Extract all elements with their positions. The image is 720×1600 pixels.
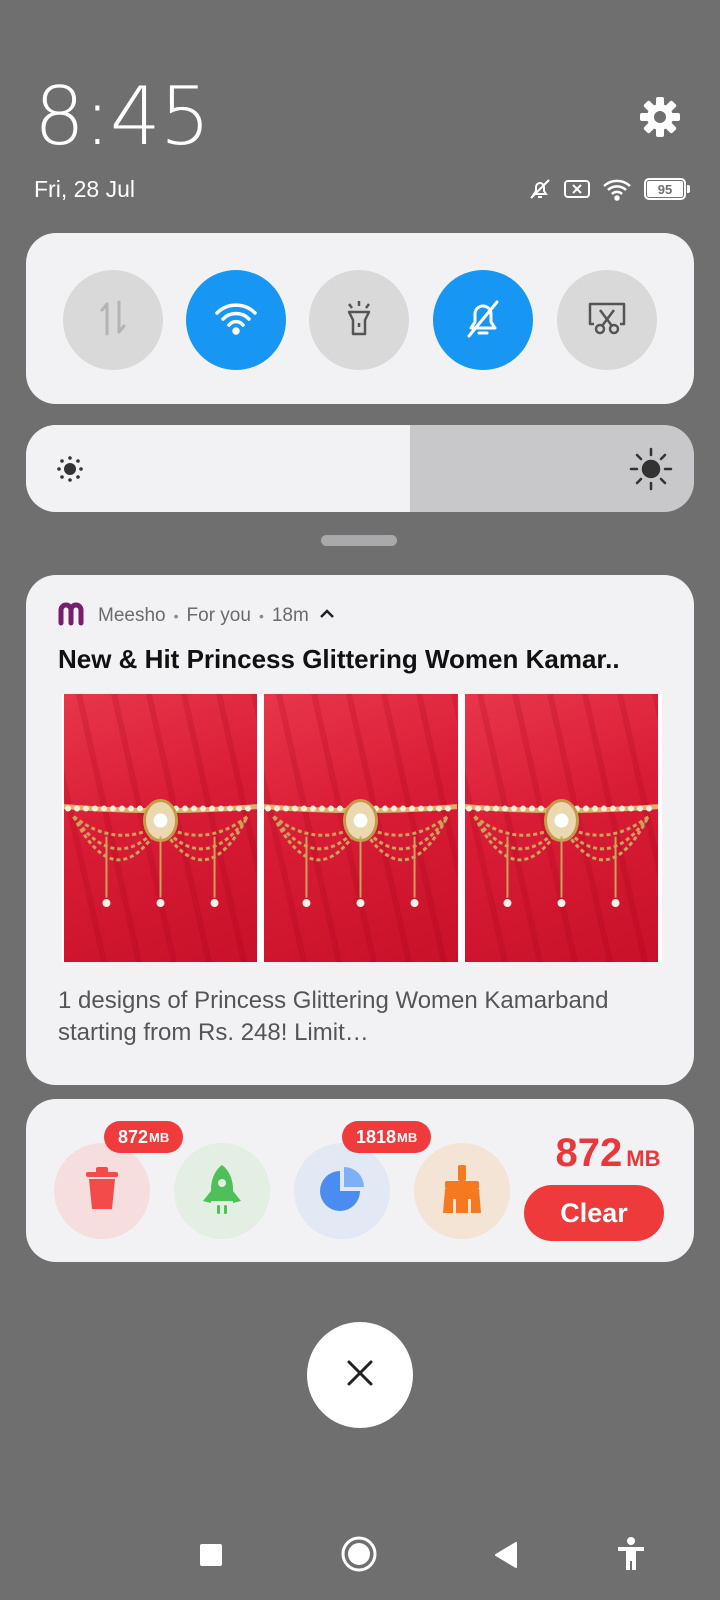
clean-tool[interactable] — [414, 1143, 510, 1239]
scissors-icon — [586, 298, 628, 343]
notification-body: 1 designs of Princess Glittering Women K… — [58, 987, 609, 1046]
silent-icon — [528, 177, 552, 201]
notification-time: 18m — [271, 605, 309, 626]
quick-settings-panel — [26, 233, 694, 404]
status-bar-icons: 95 — [528, 176, 690, 202]
meesho-logo-icon — [58, 600, 90, 632]
broom-icon — [437, 1163, 487, 1220]
booster-tool[interactable] — [174, 1143, 270, 1239]
product-image — [64, 694, 258, 962]
badge-unit: MB — [397, 1129, 418, 1145]
badge-unit: MB — [149, 1129, 170, 1145]
close-icon — [345, 1358, 375, 1393]
badge-value: 1818 — [356, 1126, 397, 1147]
wifi-icon — [602, 177, 632, 201]
brightness-slider[interactable] — [26, 425, 694, 512]
flashlight-toggle[interactable] — [309, 270, 409, 370]
screenshot-toggle[interactable] — [557, 270, 657, 370]
separator-dot: • — [173, 608, 179, 624]
jewelry-drawing — [64, 694, 257, 962]
trash-icon — [80, 1166, 124, 1217]
brightness-low-icon — [52, 451, 88, 492]
dismiss-all-button[interactable] — [307, 1322, 413, 1428]
product-image — [264, 694, 458, 962]
cleaner-widget: 872 MB 1818 MB 872 MB Clear — [26, 1099, 694, 1262]
storage-size-badge: 1818 MB — [342, 1121, 432, 1153]
jewelry-drawing — [264, 694, 458, 962]
badge-value: 872 — [118, 1126, 149, 1147]
accessibility-button[interactable] — [615, 1536, 647, 1577]
navigation-bar — [0, 1520, 720, 1590]
junk-size: 872 MB — [538, 1131, 678, 1176]
brightness-high-icon — [628, 446, 674, 497]
battery-icon: 95 — [644, 178, 690, 200]
junk-size-unit: MB — [626, 1146, 661, 1171]
notification-category: For you — [186, 605, 251, 626]
bell-off-icon — [463, 296, 503, 345]
recents-button[interactable] — [198, 1542, 224, 1573]
notification-images — [62, 694, 662, 962]
flashlight-icon — [339, 296, 379, 345]
storage-tool[interactable] — [294, 1143, 390, 1239]
trash-tool[interactable] — [54, 1143, 150, 1239]
pie-chart-icon — [316, 1163, 368, 1220]
battery-level: 95 — [647, 181, 683, 197]
mobile-data-toggle[interactable] — [63, 270, 163, 370]
chevron-up-icon[interactable] — [317, 605, 337, 627]
drawer-handle[interactable] — [321, 535, 397, 546]
wifi-toggle[interactable] — [186, 270, 286, 370]
notification-header: Meesho • For you • 18m — [58, 601, 337, 631]
rocket-icon — [197, 1163, 247, 1220]
date: Fri, 28 Jul — [34, 176, 135, 202]
junk-size-value: 872 — [555, 1131, 623, 1175]
home-button[interactable] — [340, 1535, 378, 1578]
back-button[interactable] — [492, 1540, 520, 1575]
product-image — [464, 694, 658, 962]
separator-dot: • — [258, 608, 264, 624]
no-sim-icon — [564, 178, 590, 200]
notification-card[interactable]: Meesho • For you • 18m New & Hit Princes… — [26, 575, 694, 1085]
settings-icon[interactable] — [638, 95, 682, 139]
clear-button[interactable]: Clear — [524, 1185, 664, 1241]
jewelry-drawing — [464, 694, 658, 962]
notification-app-name: Meesho — [98, 605, 166, 626]
clock: 8:45 — [34, 70, 211, 163]
notification-title: New & Hit Princess Glittering Women Kama… — [58, 644, 620, 674]
silent-toggle[interactable] — [433, 270, 533, 370]
data-arrows-icon — [93, 296, 133, 345]
trash-size-badge: 872 MB — [104, 1121, 184, 1153]
wifi-icon — [214, 301, 258, 340]
